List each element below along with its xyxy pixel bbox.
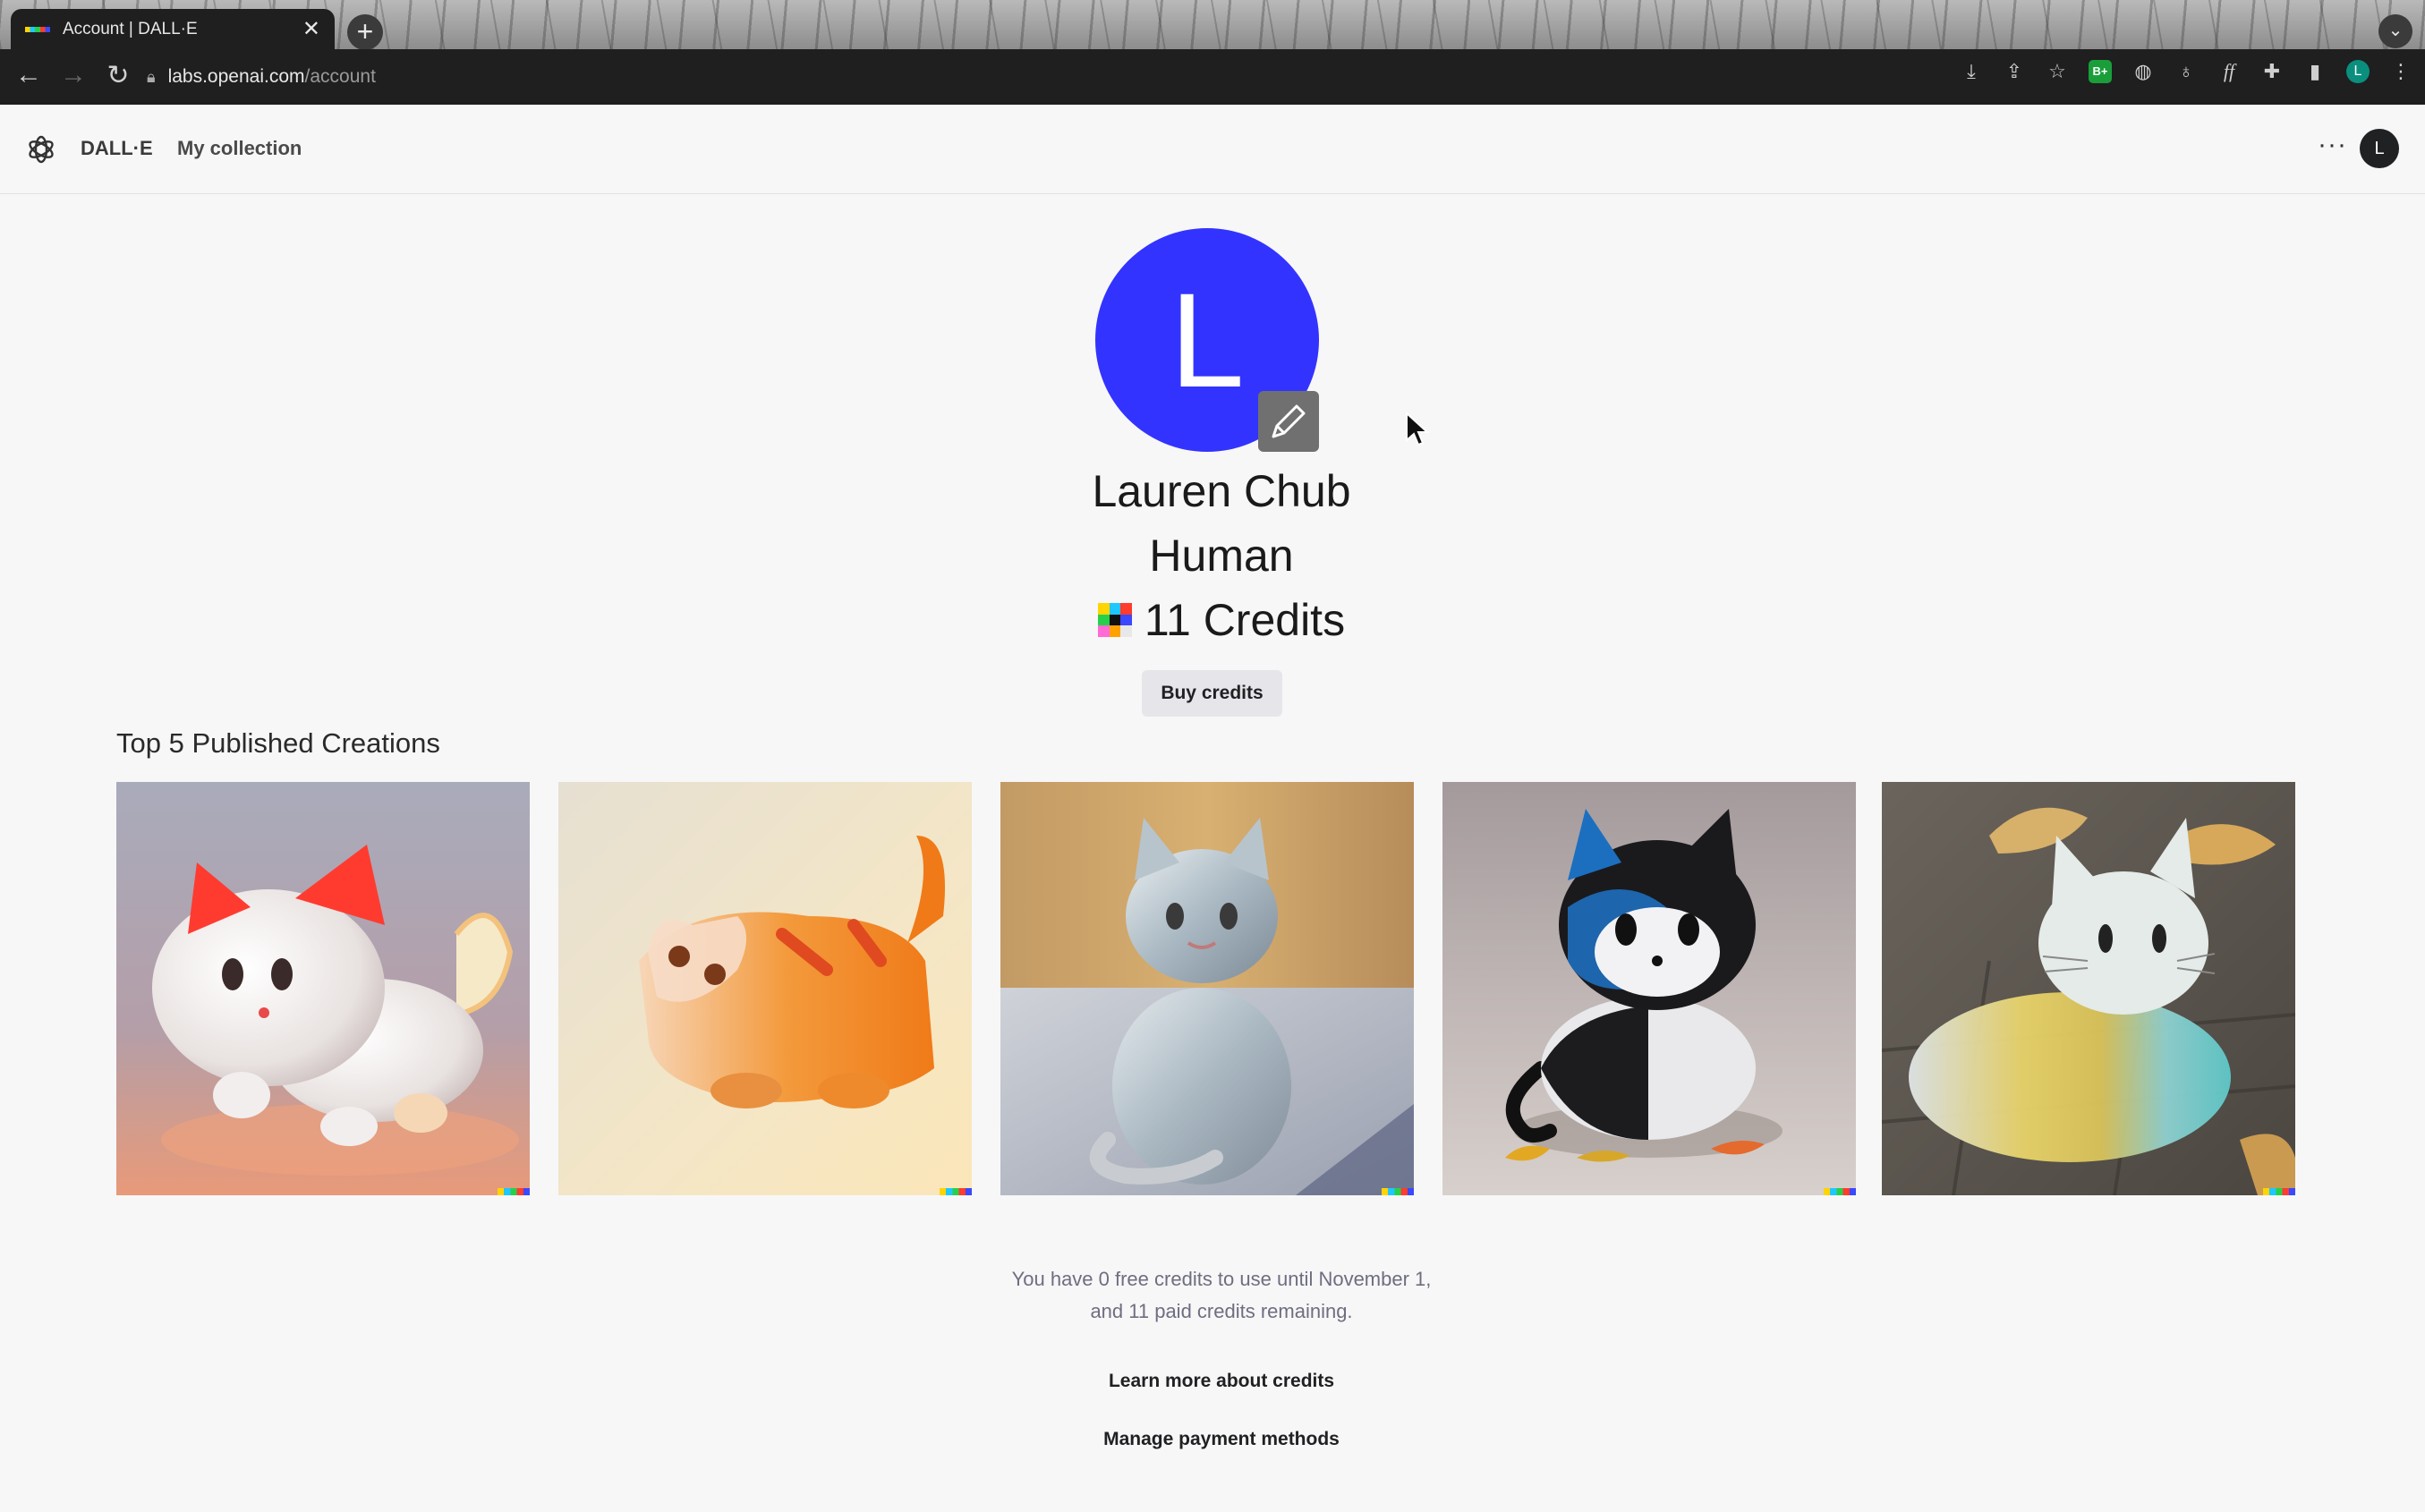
extension-b-icon[interactable]: B+ <box>2089 60 2112 83</box>
app-header: DALL·E My collection ··· L <box>0 105 2425 194</box>
back-arrow-icon[interactable]: ← <box>7 60 50 91</box>
edit-avatar-button[interactable] <box>1258 391 1319 452</box>
dalle-signature-icon <box>2263 1188 2295 1195</box>
buy-credits-button[interactable]: Buy credits <box>1142 670 1282 717</box>
creation-2-artwork <box>558 782 972 1195</box>
pencil-icon <box>1272 404 1306 438</box>
dalle-favicon-icon <box>25 26 50 32</box>
profile-name: Lauren Chub <box>1092 466 1351 516</box>
dalle-signature-icon <box>1824 1188 1856 1195</box>
header-avatar[interactable]: L <box>2360 129 2399 168</box>
credits-text: 11 Credits <box>1144 595 1346 645</box>
url-text: labs.openai.com/account <box>167 66 376 87</box>
font-icon[interactable]: ff <box>2217 60 2241 83</box>
tab-close-icon[interactable]: ✕ <box>302 18 320 40</box>
reload-icon[interactable]: ↻ <box>97 60 140 91</box>
download-icon[interactable]: ⤓ <box>1960 60 1983 83</box>
creation-image-1[interactable] <box>116 782 530 1195</box>
credit-note-line-1: You have 0 free credits to use until Nov… <box>1011 1268 1432 1290</box>
extension-shield-icon[interactable]: ◍ <box>2131 60 2155 83</box>
browser-toolbar: ← → ↻ 🔒︎ labs.openai.com/account ⤓ ⇪ ☆ B… <box>0 49 2425 105</box>
profile-role: Human <box>1149 531 1294 581</box>
star-icon[interactable]: ☆ <box>2046 60 2069 83</box>
dalle-signature-icon <box>498 1188 530 1195</box>
lock-icon[interactable]: 🔒︎ <box>147 68 156 87</box>
new-tab-button[interactable]: + <box>347 14 383 49</box>
creation-image-3[interactable] <box>1000 782 1414 1195</box>
puzzle-icon[interactable]: ✚ <box>2260 60 2284 83</box>
forward-arrow-icon[interactable]: → <box>52 60 95 91</box>
browser-tab-active[interactable]: Account | DALL·E ✕ <box>11 9 335 49</box>
section-title: Top 5 Published Creations <box>116 727 440 759</box>
creation-1-artwork <box>116 782 530 1195</box>
nav-my-collection-link[interactable]: My collection <box>177 137 302 160</box>
openai-logo-icon[interactable] <box>23 132 59 167</box>
credits-icon <box>1097 603 1132 637</box>
creation-4-artwork <box>1442 782 1856 1195</box>
more-options-icon[interactable]: ··· <box>2318 130 2347 160</box>
learn-more-credits-link[interactable]: Learn more about credits <box>944 1371 1499 1392</box>
profile-icon[interactable]: L <box>2346 60 2370 83</box>
kebab-menu-icon[interactable]: ⋮ <box>2389 60 2412 83</box>
credits-count: 11 Credits <box>944 594 1499 646</box>
creation-3-artwork <box>1000 782 1414 1195</box>
tab-search-chevron-icon[interactable]: ⌄ <box>2378 14 2412 48</box>
creation-image-4[interactable] <box>1442 782 1856 1195</box>
share-icon[interactable]: ⇪ <box>2003 60 2026 83</box>
tab-title: Account | DALL·E <box>63 19 198 38</box>
credit-balance-note: You have 0 free credits to use until Nov… <box>944 1263 1499 1328</box>
mouse-cursor-icon <box>1406 412 1430 446</box>
browser-tabstrip: Account | DALL·E ✕ + ⌄ <box>0 0 2425 49</box>
nav-dalle-link[interactable]: DALL·E <box>81 137 153 160</box>
address-bar[interactable]: 🔒︎ labs.openai.com/account <box>147 59 2071 95</box>
manage-payment-methods-link[interactable]: Manage payment methods <box>944 1429 1499 1450</box>
creation-image-5[interactable] <box>1882 782 2295 1195</box>
toolbar-icons: ⤓ ⇪ ☆ B+ ◍ ♁ ff ✚ ▮ L ⋮ <box>1960 60 2412 83</box>
sidebar-icon[interactable]: ▮ <box>2303 60 2327 83</box>
dalle-signature-icon <box>1382 1188 1414 1195</box>
creation-image-2[interactable] <box>558 782 972 1195</box>
dalle-signature-icon <box>940 1188 972 1195</box>
credit-note-line-2: and 11 paid credits remaining. <box>1090 1300 1353 1322</box>
creation-5-artwork <box>1882 782 2295 1195</box>
bulb-icon[interactable]: ♁ <box>2174 60 2198 83</box>
